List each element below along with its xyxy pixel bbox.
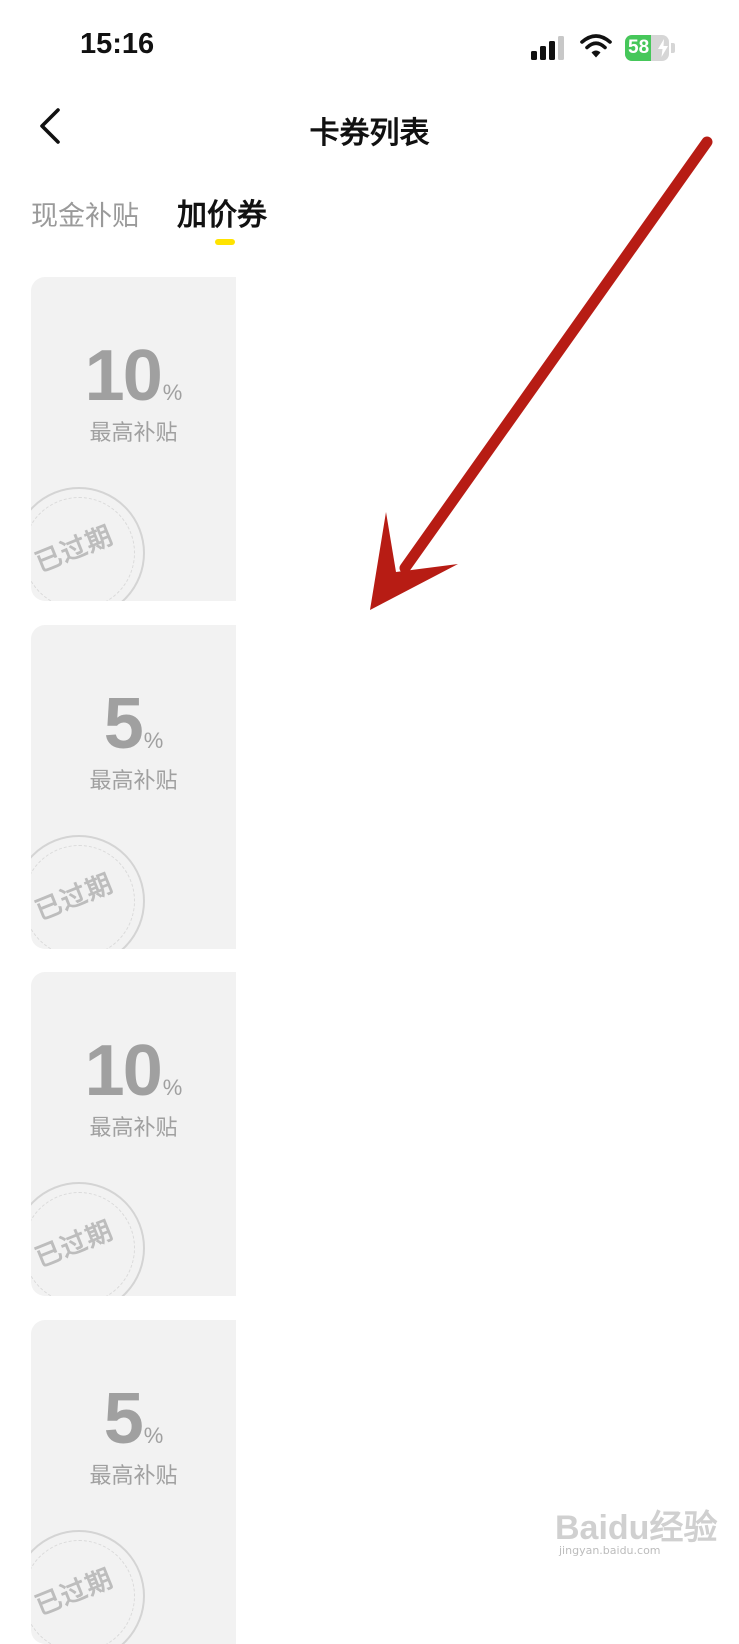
wifi-icon — [580, 34, 612, 58]
coupon-label: 最高补贴 — [89, 769, 178, 794]
coupon-value-unit: % — [143, 1423, 164, 1448]
coupon-card[interactable]: 5% 最高补贴 已过期 — [31, 1320, 236, 1644]
tab-markup-coupon[interactable]: 加价券 — [177, 190, 267, 234]
coupon-value-unit: % — [162, 380, 183, 405]
coupon-label: 最高补贴 — [89, 421, 178, 446]
coupon-value-number: 5 — [103, 1379, 144, 1459]
coupon-value-unit: % — [162, 1075, 183, 1100]
tab-bar: 现金补贴 加价券 — [0, 190, 739, 250]
tab-cash-subsidy[interactable]: 现金补贴 — [31, 194, 139, 233]
coupon-value: 10% — [31, 335, 236, 417]
expired-stamp: 已过期 — [31, 835, 145, 949]
battery-cap — [671, 43, 675, 53]
battery-icon: 58 — [625, 35, 669, 61]
signal-icon — [531, 36, 567, 60]
watermark-url: jingyan.baidu.com — [559, 1544, 661, 1557]
expired-stamp: 已过期 — [31, 1530, 145, 1644]
watermark-logo-text: Baidu经验 — [555, 1509, 718, 1547]
charging-bolt-icon — [658, 39, 668, 57]
battery-level-text: 58 — [628, 37, 650, 58]
coupon-card[interactable]: 10% 最高补贴 已过期 — [31, 277, 236, 601]
baidu-watermark: Baidu经验 jingyan.baidu.com — [555, 1500, 718, 1570]
coupon-value-number: 10 — [84, 336, 163, 416]
coupon-label: 最高补贴 — [89, 1116, 178, 1141]
coupon-value: 5% — [31, 683, 236, 765]
nav-bar: 卡券列表 — [0, 90, 739, 166]
coupon-label: 最高补贴 — [89, 1464, 178, 1489]
coupon-value: 10% — [31, 1030, 236, 1112]
expired-stamp: 已过期 — [31, 487, 145, 601]
coupon-card[interactable]: 5% 最高补贴 已过期 — [31, 625, 236, 949]
coupon-value: 5% — [31, 1378, 236, 1460]
coupon-value-number: 5 — [103, 684, 144, 764]
status-bar: 15:16 58 — [0, 0, 739, 90]
active-tab-indicator — [215, 239, 235, 245]
coupon-card[interactable]: 10% 最高补贴 已过期 — [31, 972, 236, 1296]
status-time: 15:16 — [80, 28, 155, 60]
coupon-value-unit: % — [143, 728, 164, 753]
coupon-value-number: 10 — [84, 1031, 163, 1111]
annotation-arrow-head — [370, 512, 458, 610]
expired-stamp: 已过期 — [31, 1182, 145, 1296]
page-title: 卡券列表 — [309, 116, 430, 151]
